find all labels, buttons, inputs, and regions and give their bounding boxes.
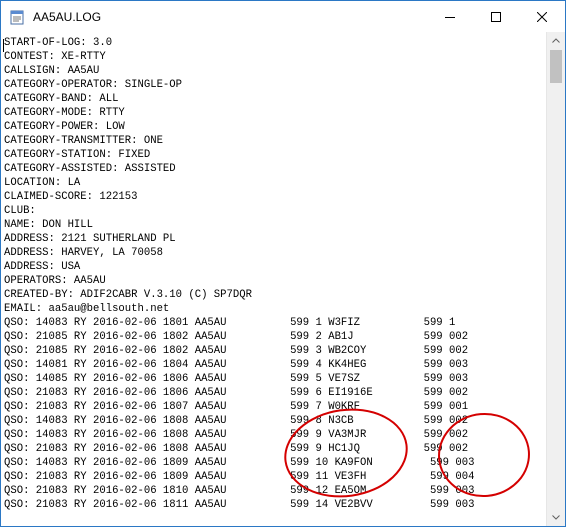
scroll-up-button[interactable] bbox=[547, 32, 565, 49]
title-bar[interactable]: AA5AU.LOG bbox=[1, 1, 565, 32]
log-line: LOCATION: LA bbox=[4, 177, 81, 189]
scroll-down-arrow-icon bbox=[552, 515, 560, 520]
log-line: CLUB: bbox=[4, 205, 36, 217]
log-line: NAME: DON HILL bbox=[4, 219, 94, 231]
log-line: START-OF-LOG: 3.0 bbox=[4, 37, 113, 49]
log-line: QSO: 21085 RY 2016-02-06 1802 AA5AU 599 … bbox=[4, 331, 469, 343]
minimize-icon bbox=[445, 16, 455, 18]
log-line: QSO: 14083 RY 2016-02-06 1809 AA5AU 599 … bbox=[4, 457, 475, 469]
log-line: CATEGORY-MODE: RTTY bbox=[4, 107, 125, 119]
log-line: QSO: 21083 RY 2016-02-06 1807 AA5AU 599 … bbox=[4, 401, 469, 413]
log-line: QSO: 14083 RY 2016-02-06 1801 AA5AU 599 … bbox=[4, 317, 456, 329]
vertical-scrollbar[interactable] bbox=[546, 32, 565, 526]
log-line: QSO: 21083 RY 2016-02-06 1808 AA5AU 599 … bbox=[4, 443, 469, 455]
scroll-up-arrow-icon bbox=[552, 38, 560, 43]
log-line: QSO: 14081 RY 2016-02-06 1804 AA5AU 599 … bbox=[4, 359, 469, 371]
close-button[interactable] bbox=[519, 1, 565, 32]
maximize-icon bbox=[491, 11, 501, 22]
log-line: CATEGORY-STATION: FIXED bbox=[4, 149, 151, 161]
log-line: QSO: 14083 RY 2016-02-06 1808 AA5AU 599 … bbox=[4, 429, 469, 441]
close-icon bbox=[537, 11, 547, 22]
window-title: AA5AU.LOG bbox=[33, 9, 102, 24]
log-line: QSO: 21083 RY 2016-02-06 1810 AA5AU 599 … bbox=[4, 485, 475, 497]
log-line: QSO: 14083 RY 2016-02-06 1808 AA5AU 599 … bbox=[4, 415, 469, 427]
window-controls bbox=[427, 1, 565, 32]
text-editor-area[interactable]: START-OF-LOG: 3.0 CONTEST: XE-RTTY CALLSIG… bbox=[1, 32, 546, 526]
log-line: CATEGORY-POWER: LOW bbox=[4, 121, 125, 133]
log-line: CATEGORY-ASSISTED: ASSISTED bbox=[4, 163, 176, 175]
log-line: CONTEST: XE-RTTY bbox=[4, 51, 106, 63]
log-line: ADDRESS: HARVEY, LA 70058 bbox=[4, 247, 163, 259]
log-line: CATEGORY-TRANSMITTER: ONE bbox=[4, 135, 163, 147]
minimize-button[interactable] bbox=[427, 1, 473, 32]
log-line: QSO: 21083 RY 2016-02-06 1809 AA5AU 599 … bbox=[4, 471, 475, 483]
log-line: CREATED-BY: ADIF2CABR V.3.10 (C) SP7DQR bbox=[4, 289, 252, 301]
log-line: QSO: 21083 RY 2016-02-06 1806 AA5AU 599 … bbox=[4, 387, 469, 399]
log-line: QSO: 21085 RY 2016-02-06 1802 AA5AU 599 … bbox=[4, 345, 469, 357]
log-line: EMAIL: aa5au@bellsouth.net bbox=[4, 303, 170, 315]
log-line: ADDRESS: 2121 SUTHERLAND PL bbox=[4, 233, 176, 245]
log-line: QSO: 21083 RY 2016-02-06 1811 AA5AU 599 … bbox=[4, 499, 475, 511]
log-line: CATEGORY-OPERATOR: SINGLE-OP bbox=[4, 79, 183, 91]
log-line: CLAIMED-SCORE: 122153 bbox=[4, 191, 138, 203]
notepad-window: AA5AU.LOG START-OF-LOG: 3.0 CONTEST: XE-… bbox=[0, 0, 566, 527]
maximize-button[interactable] bbox=[473, 1, 519, 32]
log-line: ADDRESS: USA bbox=[4, 261, 81, 273]
log-line: OPERATORS: AA5AU bbox=[4, 275, 106, 287]
scrollbar-thumb[interactable] bbox=[550, 50, 562, 83]
log-line: CATEGORY-BAND: ALL bbox=[4, 93, 119, 105]
log-line: QSO: 14085 RY 2016-02-06 1806 AA5AU 599 … bbox=[4, 373, 469, 385]
notepad-icon[interactable] bbox=[9, 9, 25, 25]
scroll-down-button[interactable] bbox=[547, 509, 565, 526]
log-line: CALLSIGN: AA5AU bbox=[4, 65, 100, 77]
